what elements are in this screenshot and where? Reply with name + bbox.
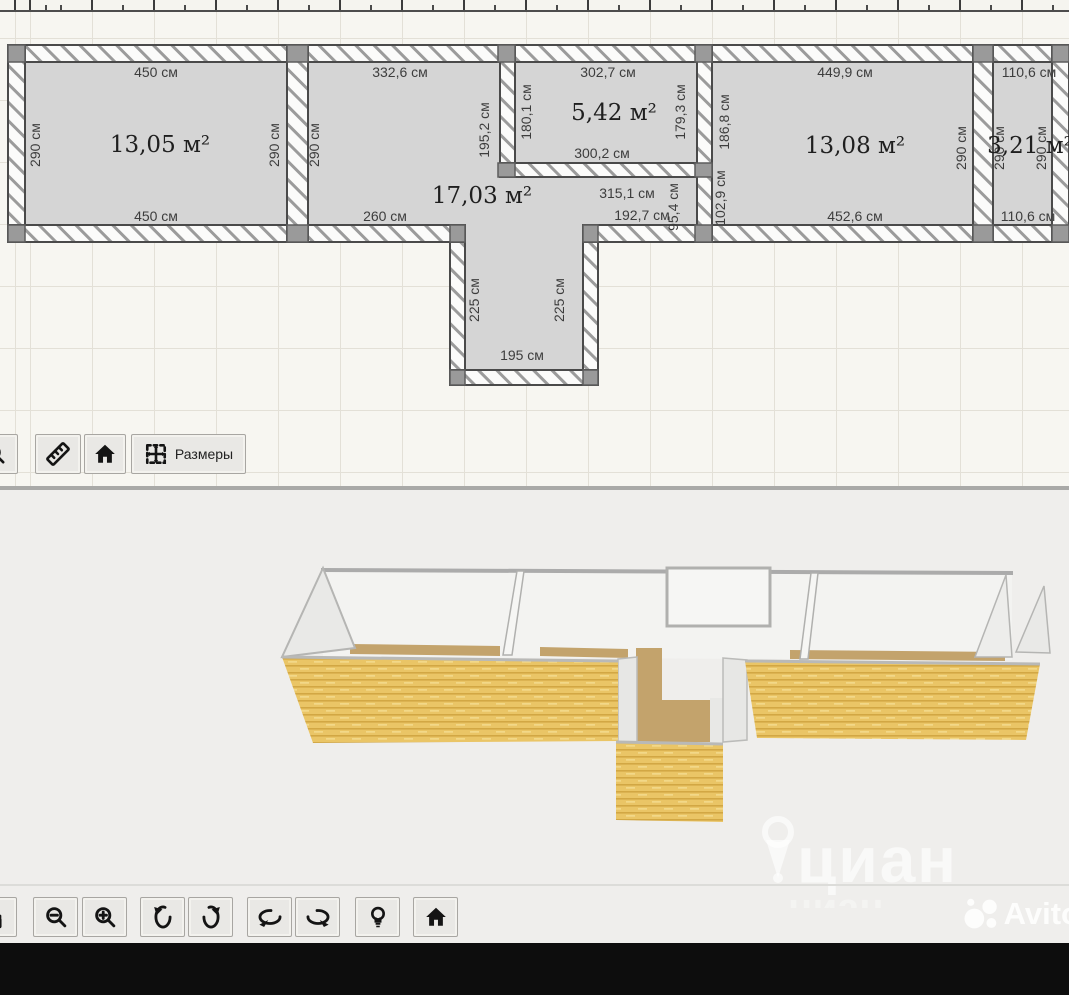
room-area-label: 3,21 м²	[987, 133, 1069, 159]
dim-label: 225 см	[466, 278, 482, 322]
dim-label: 180,1 см	[518, 84, 534, 140]
dim-label: 192,7 см	[614, 207, 670, 223]
dim-label: 315,1 см	[599, 185, 655, 201]
dimensions-toggle-button[interactable]: Размеры	[131, 434, 246, 474]
toolbar-separator-line	[0, 884, 1069, 886]
dim-label: 302,7 см	[580, 64, 636, 80]
dim-label: 179,3 см	[672, 84, 688, 140]
ruler-minor-ticks	[0, 5, 1069, 10]
dim-label: 110,6 см	[1001, 208, 1056, 224]
orbit-left-icon	[257, 904, 283, 930]
dim-label: 290 см	[27, 123, 43, 167]
dim-label: 332,6 см	[372, 64, 428, 80]
rotate-down-button[interactable]	[188, 897, 233, 937]
light-toggle-button[interactable]	[355, 897, 400, 937]
room-3-labels: 302,7 см 180,1 см 179,3 см 5,42 м² 300,2…	[518, 64, 688, 161]
letterbox-bar	[0, 943, 1069, 995]
zoom-out-icon	[43, 904, 69, 930]
dim-label: 290 см	[266, 123, 282, 167]
dim-label: 95,4 см	[665, 183, 681, 231]
dim-label: 300,2 см	[574, 145, 630, 161]
rotate-up-icon	[150, 904, 176, 930]
zoom-out-button[interactable]	[33, 897, 78, 937]
rotate-up-button[interactable]	[140, 897, 185, 937]
pan-tool-button[interactable]	[0, 897, 17, 937]
room-area-label: 17,03 м²	[432, 183, 532, 209]
room-area-label: 13,05 м²	[110, 132, 210, 158]
dim-label: 450 см	[134, 64, 178, 80]
zoom-in-icon	[92, 904, 118, 930]
dim-label: 195,2 см	[476, 102, 492, 158]
magnifier-icon	[0, 442, 7, 466]
floorplan-editor-window: 450 см 450 см 290 см 290 см 13,05 м² 332…	[0, 0, 1069, 995]
dim-label: 290 см	[991, 126, 1007, 170]
dim-label: 449,9 см	[817, 64, 873, 80]
orbit-right-button[interactable]	[295, 897, 340, 937]
room-area-label: 13,08 м²	[805, 133, 905, 159]
orbit-left-button[interactable]	[247, 897, 292, 937]
room-1-labels: 450 см 450 см 290 см 290 см 13,05 м²	[27, 64, 282, 224]
walls	[8, 45, 1069, 385]
dim-label: 110,6 см	[1002, 64, 1057, 80]
dim-label: 452,6 см	[827, 208, 883, 224]
room-interiors	[25, 62, 1052, 370]
ruler-icon	[44, 440, 72, 468]
3d-view-canvas[interactable]	[0, 490, 1069, 943]
home-view-3d-button[interactable]	[413, 897, 458, 937]
rotate-down-icon	[198, 904, 224, 930]
pan-hand-icon	[0, 905, 7, 929]
home-icon	[424, 905, 448, 929]
dimensions-icon	[144, 442, 168, 466]
floor-plan-drawing: 450 см 450 см 290 см 290 см 13,05 м² 332…	[0, 0, 1069, 490]
2d-plan-canvas[interactable]: 450 см 450 см 290 см 290 см 13,05 м² 332…	[0, 0, 1069, 490]
measure-tool-button[interactable]	[35, 434, 81, 474]
dim-label: 195 см	[500, 347, 544, 363]
lightbulb-icon	[366, 905, 390, 929]
dimensions-button-label: Размеры	[175, 446, 233, 462]
horizontal-ruler	[0, 0, 1069, 12]
zoom-in-button[interactable]	[82, 897, 127, 937]
zoom-tool-button[interactable]	[0, 434, 18, 474]
dim-label: 225 см	[551, 278, 567, 322]
dim-label: 260 см	[363, 208, 407, 224]
dim-label: 290 см	[953, 126, 969, 170]
dim-label: 290 см	[1033, 126, 1049, 170]
home-view-2d-button[interactable]	[84, 434, 126, 474]
room-2-labels: 332,6 см 290 см 195,2 см 17,03 м² 260 см…	[306, 64, 681, 363]
room-4-labels: 449,9 см 186,8 см 102,9 см 13,08 м² 290 …	[712, 64, 969, 226]
dim-label: 102,9 см	[712, 170, 728, 226]
dim-label: 186,8 см	[716, 94, 732, 150]
room-area-label: 5,42 м²	[571, 100, 657, 126]
orbit-right-icon	[305, 904, 331, 930]
room-5-labels: 110,6 см 290 см 290 см 3,21 м² 110,6 см	[987, 64, 1069, 224]
dim-label: 290 см	[306, 123, 322, 167]
dim-label: 450 см	[134, 208, 178, 224]
wall-junctions	[8, 45, 1069, 385]
home-icon	[93, 442, 117, 466]
